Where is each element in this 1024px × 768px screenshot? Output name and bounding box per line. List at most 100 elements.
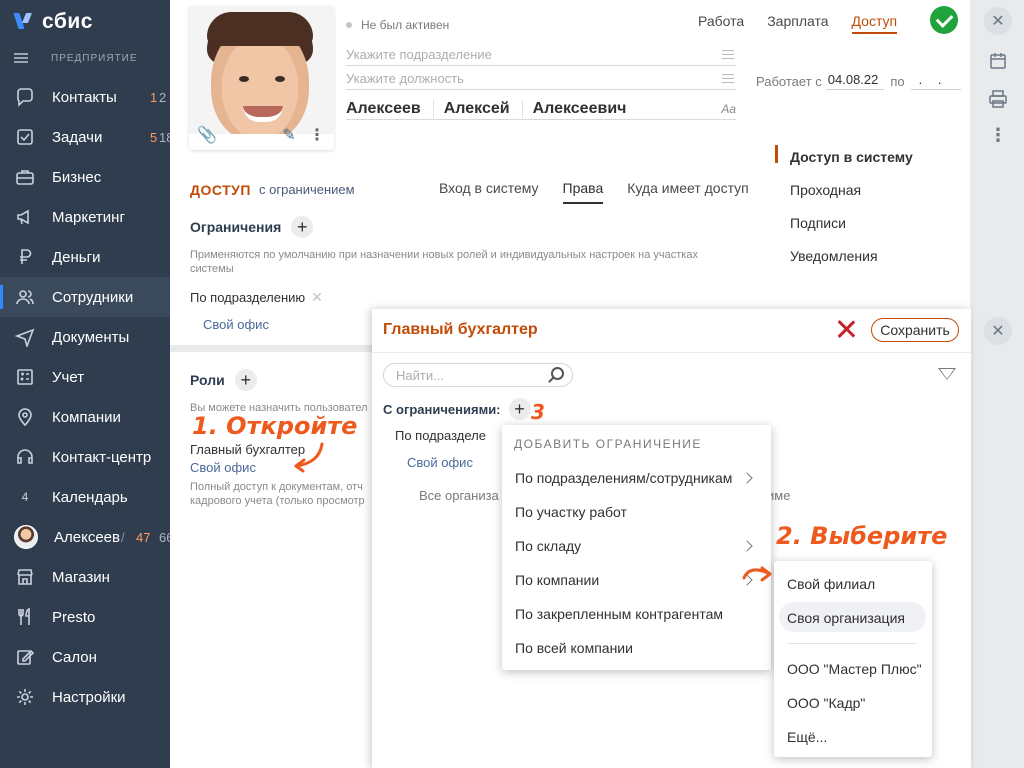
- status-text: Не был активен: [361, 18, 450, 32]
- sidebar-item-label: Контакты: [52, 88, 117, 106]
- photo-hair-top: [207, 12, 313, 46]
- app-logo[interactable]: сбис: [14, 9, 93, 35]
- department-field[interactable]: Укажите подразделение: [346, 44, 736, 66]
- position-placeholder: Укажите должность: [346, 71, 464, 86]
- submenu-item-more[interactable]: Ещё...: [787, 729, 827, 745]
- sidebar-item-employees[interactable]: Сотрудники: [0, 277, 170, 317]
- list-icon[interactable]: [722, 74, 734, 83]
- sidebar-item-calendar[interactable]: 4 Календарь: [0, 477, 170, 517]
- save-button[interactable]: Сохранить: [871, 318, 959, 342]
- tab-rights[interactable]: Права: [562, 180, 604, 204]
- divider: [372, 352, 971, 353]
- close-popup-button[interactable]: ✕: [984, 317, 1012, 345]
- sidebar-item-companies[interactable]: Компании: [0, 397, 170, 437]
- card-tabs: Работа Зарплата Доступ: [698, 13, 920, 34]
- restriction-own-office[interactable]: Свой офис: [203, 317, 269, 332]
- font-case-icon[interactable]: Аа: [721, 102, 736, 116]
- paperclip-icon[interactable]: 📎: [197, 124, 217, 146]
- sidebar-item-tasks[interactable]: Задачи 5 18: [0, 117, 170, 157]
- sidebar-item-label: Маркетинг: [52, 208, 125, 226]
- enterprise-switch[interactable]: ПРЕДПРИЯТИЕ: [14, 50, 138, 66]
- chat-icon: [14, 86, 36, 108]
- sidebar-item-documents[interactable]: Документы: [0, 317, 170, 357]
- works-from-label: Работает с: [756, 73, 822, 89]
- role-office[interactable]: Свой офис: [190, 460, 256, 475]
- employee-name-field[interactable]: Алексеев Алексей Алексеевич Аа: [346, 98, 736, 120]
- sidebar-item-salon[interactable]: Салон: [0, 637, 170, 677]
- print-icon[interactable]: [987, 88, 1009, 110]
- works-to-date[interactable]: . .: [910, 72, 961, 90]
- total-badge: 18: [159, 129, 170, 145]
- add-restriction-button[interactable]: +: [291, 216, 314, 238]
- sidebar-item-marketing[interactable]: Маркетинг: [0, 197, 170, 237]
- cancel-icon[interactable]: [835, 318, 857, 340]
- menu-login-access[interactable]: Доступ в систему: [790, 148, 913, 181]
- pencil-icon[interactable]: ✎: [279, 124, 299, 146]
- role-note-2: кадрового учета (только просмотр: [190, 495, 365, 507]
- tab-access[interactable]: Доступ: [851, 13, 898, 34]
- sidebar-item-profile[interactable]: Алексеев / 47 66: [0, 517, 170, 557]
- photo-eye: [239, 76, 249, 82]
- tab-work[interactable]: Работа: [698, 13, 744, 34]
- more-icon[interactable]: ⋮: [987, 124, 1009, 146]
- sidebar-item-shop[interactable]: Магазин: [0, 557, 170, 597]
- employee-photo[interactable]: 📎 ✎ ⋮: [189, 6, 334, 150]
- dropdown-item-company[interactable]: По компании: [515, 572, 599, 588]
- photo-eye: [275, 76, 285, 82]
- menu-signatures[interactable]: Подписи: [790, 214, 913, 247]
- access-mode-link[interactable]: с ограничением: [259, 182, 355, 197]
- tab-login[interactable]: Вход в систему: [439, 180, 539, 204]
- dropdown-item-work-area[interactable]: По участку работ: [515, 504, 627, 520]
- sidebar-item-label: Календарь: [52, 488, 128, 506]
- position-field[interactable]: Укажите должность: [346, 68, 736, 90]
- add-restriction-button[interactable]: +: [508, 398, 531, 420]
- menu-notifications[interactable]: Уведомления: [790, 247, 913, 280]
- more-icon[interactable]: ⋮: [307, 124, 327, 146]
- submenu-item-master-plus[interactable]: ООО "Мастер Плюс": [787, 661, 922, 677]
- menu-checkpoint[interactable]: Проходная: [790, 181, 913, 214]
- list-icon[interactable]: [722, 50, 734, 59]
- sidebar-item-contacts[interactable]: Контакты 1 2: [0, 77, 170, 117]
- dropdown-item-warehouse[interactable]: По складу: [515, 538, 581, 554]
- dropdown-item-departments[interactable]: По подразделениям/сотрудникам: [515, 470, 732, 486]
- sidebar-item-settings[interactable]: Настройки: [0, 677, 170, 717]
- submenu-item-own-branch[interactable]: Свой филиал: [787, 576, 875, 592]
- sidebar-item-contact-center[interactable]: Контакт-центр: [0, 437, 170, 477]
- confirm-button[interactable]: [930, 6, 958, 34]
- popup-restriction-department[interactable]: По подразделе: [395, 428, 486, 443]
- popup-all-orgs[interactable]: Все организа: [419, 488, 499, 503]
- store-icon: [14, 566, 36, 588]
- edit-icon: [14, 646, 36, 668]
- total-badge: 2: [159, 89, 167, 105]
- add-role-button[interactable]: +: [234, 369, 257, 391]
- dropdown-header: ДОБАВИТЬ ОГРАНИЧЕНИЕ: [514, 437, 702, 451]
- access-tabs: Вход в систему Права Куда имеет доступ: [439, 180, 773, 204]
- sidebar-item-accounting[interactable]: Учет: [0, 357, 170, 397]
- calendar-icon[interactable]: [987, 50, 1009, 72]
- search-icon[interactable]: [551, 367, 564, 380]
- filter-icon[interactable]: [938, 368, 956, 380]
- last-name[interactable]: Алексеев: [346, 99, 434, 118]
- submenu-item-own-organization[interactable]: Своя организация: [787, 610, 905, 626]
- dropdown-item-counterparties[interactable]: По закрепленным контрагентам: [515, 606, 723, 622]
- first-name[interactable]: Алексей: [444, 99, 523, 118]
- sidebar-item-business[interactable]: Бизнес: [0, 157, 170, 197]
- restriction-department[interactable]: По подразделению ✕: [190, 289, 323, 306]
- submenu-item-kadr[interactable]: ООО "Кадр": [787, 695, 865, 711]
- middle-name[interactable]: Алексеевич: [533, 100, 639, 118]
- annotation-arrow-icon: [294, 442, 324, 473]
- sidebar-nav: Контакты 1 2 Задачи 5 18 Бизнес Маркетин…: [0, 77, 170, 717]
- tab-salary[interactable]: Зарплата: [767, 13, 828, 34]
- popup-restriction-office[interactable]: Свой офис: [407, 455, 473, 470]
- dropdown-item-whole-company[interactable]: По всей компании: [515, 640, 633, 656]
- sidebar-item-money[interactable]: Деньги: [0, 237, 170, 277]
- works-to-label: по: [890, 73, 905, 89]
- remove-icon[interactable]: ✕: [311, 289, 323, 305]
- sidebar-item-presto[interactable]: Presto: [0, 597, 170, 637]
- annotation-step-2: 2. Выберите: [776, 522, 948, 550]
- tab-access-scope[interactable]: Куда имеет доступ: [627, 180, 749, 204]
- works-from-date[interactable]: 04.08.22: [825, 72, 885, 90]
- close-card-button[interactable]: ✕: [984, 7, 1012, 35]
- search-input[interactable]: Найти...: [383, 363, 573, 387]
- gear-icon: [14, 686, 36, 708]
